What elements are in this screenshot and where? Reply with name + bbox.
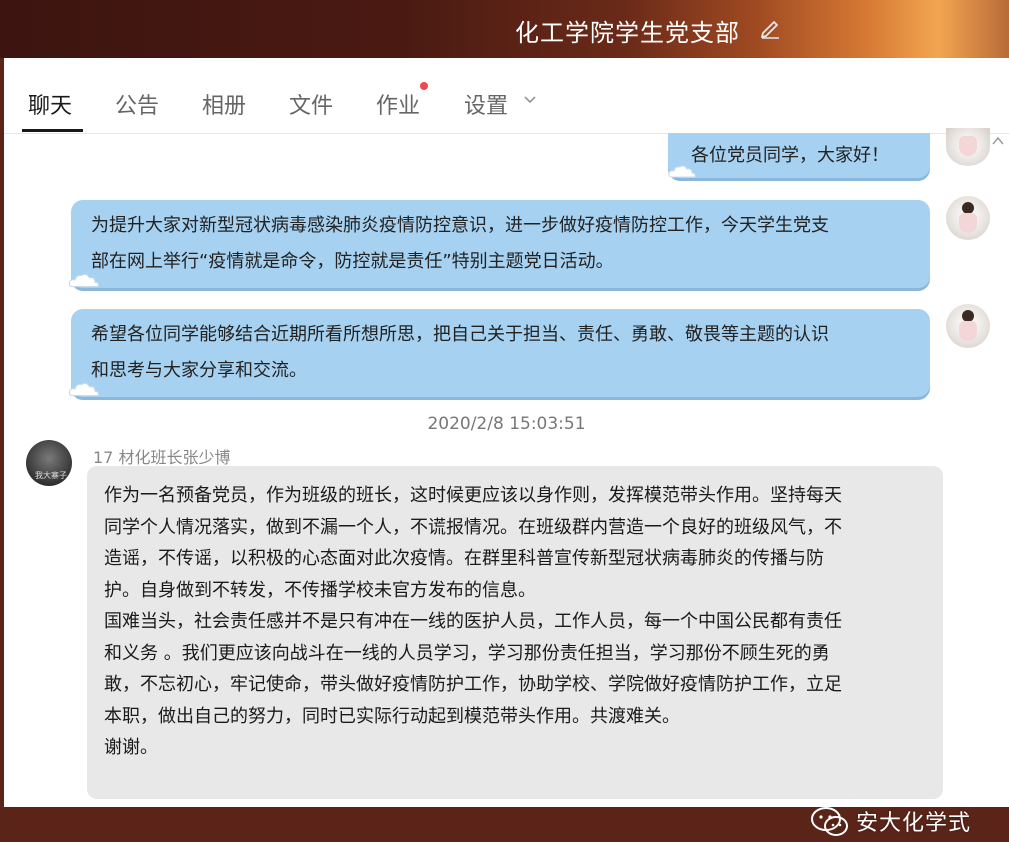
sender-avatar[interactable]: 我大寨子 bbox=[26, 440, 72, 486]
chevron-down-icon[interactable] bbox=[523, 95, 537, 105]
message-text-line: 和义务 。我们更应该向战斗在一线的人员学习，学习那份责任担当，学习那份不顾生死的… bbox=[104, 642, 830, 664]
tab-settings[interactable]: 设置 bbox=[464, 88, 508, 120]
message-text-line: 同学个人情况落实，做到不漏一个人，不谎报情况。在班级群内营造一个良好的班级风气，… bbox=[104, 516, 842, 538]
chat-panel: 聊天 公告 相册 文件 作业 设置 各位党员同学，大家好！ 为提升大家对新型冠状… bbox=[4, 58, 1009, 836]
tab-bar: 聊天 公告 相册 文件 作业 设置 bbox=[4, 58, 1009, 134]
my-avatar[interactable] bbox=[946, 196, 990, 240]
my-message-bubble[interactable]: 希望各位同学能够结合近期所看所想所思，把自己关于担当、责任、勇敢、敬畏等主题的认… bbox=[71, 309, 930, 397]
tab-announcement[interactable]: 公告 bbox=[115, 88, 159, 120]
message-text-line: 部在网上举行“疫情就是命令，防控就是责任”特别主题党日活动。 bbox=[91, 251, 614, 272]
tab-files[interactable]: 文件 bbox=[289, 88, 333, 120]
message-text-line: 造谣，不传谣，以积极的心态面对此次疫情。在群里科普宣传新型冠状病毒肺炎的传播与防 bbox=[104, 548, 824, 569]
message-text-line: 谢谢。 bbox=[104, 737, 158, 758]
tab-chat[interactable]: 聊天 bbox=[28, 88, 72, 120]
watermark-text: 安大化学式 bbox=[856, 811, 972, 836]
message-text-line: 希望各位同学能够结合近期所看所想所思，把自己关于担当、责任、勇敢、敬畏等主题的认… bbox=[91, 324, 829, 345]
other-message-bubble[interactable]: 作为一名预备党员，作为班级的班长，这时候更应该以身作则，发挥模范带头作用。坚持每… bbox=[87, 466, 943, 799]
message-text-line: 敢，不忘初心，牢记使命，带头做好疫情防护工作，协助学校、学院做好疫情防护工作，立… bbox=[104, 674, 842, 695]
my-message-bubble[interactable]: 各位党员同学，大家好！ bbox=[668, 133, 930, 178]
notification-dot bbox=[420, 82, 428, 90]
cloud-bubble-icon bbox=[668, 165, 696, 178]
message-text-line: 为提升大家对新型冠状病毒感染肺炎疫情防控意识，进一步做好疫情防控工作，今天学生党… bbox=[91, 215, 829, 236]
message-text-line: 作为一名预备党员，作为班级的班长，这时候更应该以身作则，发挥模范带头作用。坚持每… bbox=[104, 485, 842, 506]
cloud-bubble-icon bbox=[68, 382, 99, 397]
message-text-line: 护。自身做到不转发，不传播学校未官方发布的信息。 bbox=[104, 579, 536, 601]
active-tab-indicator bbox=[22, 129, 83, 132]
close-icon[interactable] bbox=[990, 134, 1006, 148]
my-avatar[interactable] bbox=[946, 128, 990, 166]
tab-album[interactable]: 相册 bbox=[202, 88, 246, 120]
message-text-line: 国难当头，社会责任感并不是只有冲在一线的医护人员，工作人员，每一个中国公民都有责… bbox=[104, 611, 842, 632]
sender-name[interactable]: 17 材化班长张少博 bbox=[93, 444, 230, 468]
avatar-caption: 我大寨子 bbox=[35, 471, 67, 480]
message-text-line: 和思考与大家分享和交流。 bbox=[91, 360, 307, 381]
my-avatar[interactable] bbox=[946, 304, 990, 348]
cloud-bubble-icon bbox=[68, 273, 99, 288]
message-text-line: 本职，做出自己的努力，同时已实际行动起到模范带头作用。共渡难关。 bbox=[104, 705, 680, 727]
group-name: 化工学院学生党支部 bbox=[515, 19, 740, 47]
message-text: 各位党员同学，大家好！ bbox=[691, 145, 889, 166]
tab-homework[interactable]: 作业 bbox=[376, 88, 420, 120]
wechat-icon bbox=[811, 807, 848, 836]
my-message-bubble[interactable]: 为提升大家对新型冠状病毒感染肺炎疫情防控意识，进一步做好疫情防控工作，今天学生党… bbox=[71, 200, 930, 288]
edit-icon[interactable] bbox=[758, 16, 782, 40]
title-bar: 化工学院学生党支部 bbox=[0, 0, 1009, 58]
message-timestamp: 2020/2/8 15:03:51 bbox=[427, 414, 586, 434]
